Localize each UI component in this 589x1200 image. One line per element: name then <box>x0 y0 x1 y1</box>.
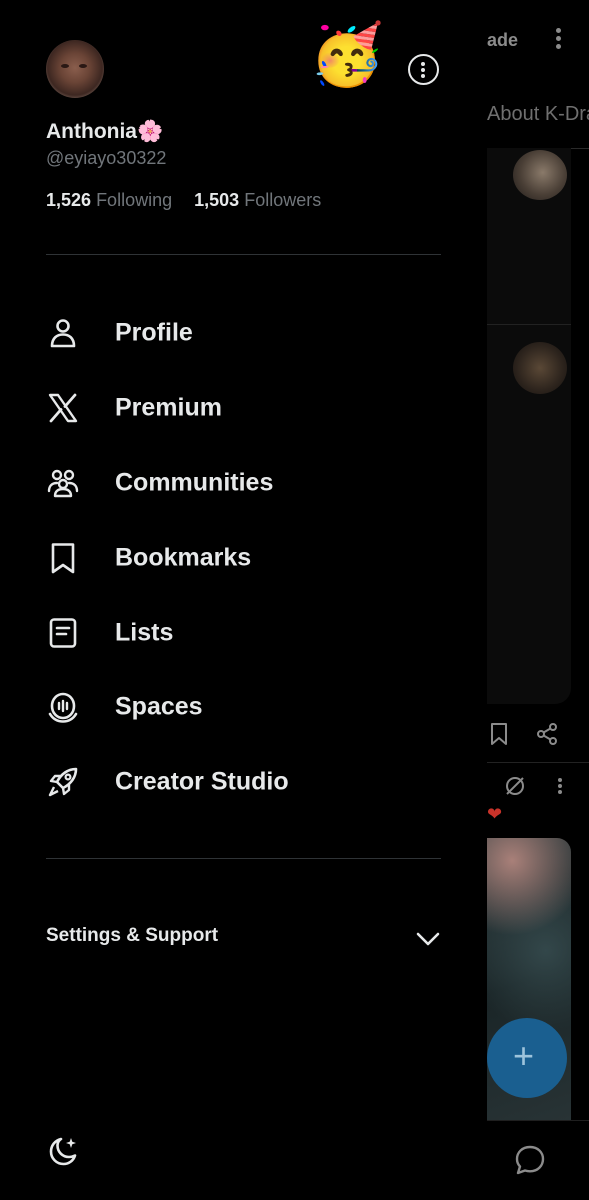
menu-item-label: Premium <box>115 393 222 422</box>
more-vertical-icon[interactable] <box>547 25 569 55</box>
post-header <box>487 772 589 802</box>
menu-item-creator-studio[interactable]: Creator Studio <box>0 745 487 820</box>
menu-item-label: Spaces <box>115 692 203 721</box>
settings-support-toggle[interactable]: Settings & Support <box>46 922 441 954</box>
share-icon[interactable] <box>535 722 559 746</box>
tab-about-k-drama[interactable]: About K-Dra <box>487 103 589 126</box>
messages-icon[interactable] <box>513 1143 547 1177</box>
compose-button[interactable]: + <box>487 1018 567 1098</box>
menu-item-label: Profile <box>115 318 193 347</box>
menu-item-label: Lists <box>115 618 174 647</box>
bookmark-icon[interactable] <box>489 722 509 746</box>
followers-count: 1,503 <box>194 190 240 210</box>
more-options-icon[interactable] <box>408 54 439 85</box>
x-logo-icon <box>48 393 78 423</box>
moon-sparkle-icon[interactable] <box>46 1134 80 1168</box>
grok-icon[interactable] <box>503 774 527 798</box>
background-feed: ade About K-Dra ❤ + <box>487 0 589 1200</box>
avatar[interactable] <box>513 342 567 394</box>
navigation-drawer: 🥳 Anthonia🌸 @eyiayo30322 1,526 Following… <box>0 0 487 1200</box>
followers-label: Followers <box>244 190 322 210</box>
party-face-icon[interactable]: 🥳 <box>306 14 388 96</box>
drawer-menu: Profile Premium Communities Bookmarks Li… <box>0 296 487 820</box>
heart-emoji: ❤ <box>487 804 503 824</box>
display-name[interactable]: Anthonia🌸 <box>46 120 163 144</box>
menu-item-bookmarks[interactable]: Bookmarks <box>0 520 487 595</box>
divider <box>46 858 441 859</box>
rocket-icon <box>48 767 78 797</box>
follow-stats: 1,526 Following 1,503 Followers <box>46 190 321 211</box>
more-vertical-icon[interactable] <box>555 776 565 800</box>
post-card[interactable] <box>487 148 571 704</box>
menu-item-label: Communities <box>115 468 274 497</box>
background-header: ade About K-Dra <box>487 0 589 148</box>
menu-item-label: Bookmarks <box>115 543 252 572</box>
menu-item-label: Creator Studio <box>115 767 289 796</box>
chevron-down-icon <box>416 932 440 946</box>
menu-item-premium[interactable]: Premium <box>0 371 487 446</box>
followers-link[interactable]: 1,503 Followers <box>194 190 321 210</box>
post-actions <box>487 718 589 750</box>
communities-icon <box>47 469 79 498</box>
bottom-nav <box>487 1120 589 1200</box>
plus-icon: + <box>513 1035 535 1076</box>
profile-avatar[interactable] <box>46 40 104 98</box>
following-label: Following <box>96 190 173 210</box>
list-icon <box>49 617 77 648</box>
divider <box>487 762 589 763</box>
following-link[interactable]: 1,526 Following <box>46 190 177 210</box>
upgrade-link[interactable]: ade <box>487 30 518 51</box>
menu-item-lists[interactable]: Lists <box>0 595 487 670</box>
spaces-icon <box>48 693 78 724</box>
following-count: 1,526 <box>46 190 92 210</box>
divider <box>487 324 571 325</box>
person-icon <box>50 319 76 348</box>
menu-item-communities[interactable]: Communities <box>0 446 487 521</box>
menu-item-profile[interactable]: Profile <box>0 296 487 371</box>
user-handle[interactable]: @eyiayo30322 <box>46 148 166 169</box>
divider <box>46 254 441 255</box>
menu-item-spaces[interactable]: Spaces <box>0 670 487 745</box>
bookmark-icon <box>51 542 75 574</box>
avatar[interactable] <box>513 150 567 200</box>
settings-support-label: Settings & Support <box>46 925 219 946</box>
